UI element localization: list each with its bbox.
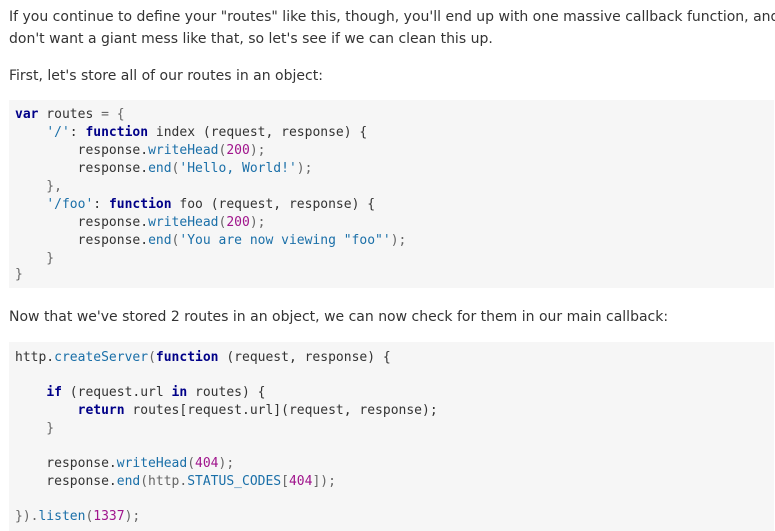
- code-text: routes) {: [187, 385, 266, 400]
- code-keyword: function: [155, 350, 219, 365]
- code-line: response.end('Hello, World!');: [15, 160, 313, 178]
- code-text: (request.url: [61, 385, 172, 400]
- code-text: response.: [15, 161, 149, 176]
- code-line: }: [15, 266, 23, 284]
- code-punct: );: [249, 215, 266, 230]
- code-line: }).listen(1337);: [15, 508, 140, 526]
- code-punct: }).: [15, 509, 39, 524]
- code-string: 'You are now viewing "foo"': [179, 233, 391, 248]
- code-keyword: function: [108, 197, 172, 212]
- code-text: routes: [38, 107, 102, 122]
- code-string: 'Hello, World!': [179, 161, 297, 176]
- code-text: (request, response) {: [218, 350, 391, 365]
- code-line: http.createServer(function (request, res…: [15, 349, 391, 367]
- code-function: end: [148, 161, 172, 176]
- code-number: 200: [226, 143, 250, 158]
- code-punct: (: [148, 350, 156, 365]
- code-text: :: [93, 197, 109, 212]
- code-punct: );: [218, 456, 235, 471]
- code-text: response.: [15, 474, 117, 489]
- code-line: '/': function index (request, response) …: [15, 124, 367, 142]
- code-text: index (request, response) {: [148, 125, 368, 140]
- code-punct: },: [15, 179, 62, 194]
- code-keyword: var: [15, 107, 39, 122]
- code-text: foo (request, response) {: [171, 197, 376, 212]
- code-punct: );: [390, 233, 407, 248]
- code-text: routes[request.url](request, response);: [124, 403, 438, 418]
- code-block-routes: var routes = { '/': function index (requ…: [9, 100, 774, 288]
- code-keyword: return: [77, 403, 125, 418]
- code-punct: }: [15, 251, 55, 266]
- code-number: 404: [288, 474, 313, 489]
- code-text: response.: [15, 215, 149, 230]
- code-number: 200: [226, 215, 250, 230]
- code-number: 1337: [93, 509, 125, 524]
- code-function: end: [116, 474, 141, 489]
- code-function: writeHead: [148, 143, 219, 158]
- code-function: end: [148, 233, 172, 248]
- code-line: }: [15, 420, 54, 438]
- paragraph-intro-line-2: don't want a giant mess like that, so le…: [9, 31, 493, 47]
- code-keyword: in: [171, 385, 188, 400]
- code-line: var routes = {: [15, 106, 125, 124]
- code-function: listen: [38, 509, 86, 524]
- code-text: :: [69, 125, 86, 140]
- code-punct: );: [249, 143, 266, 158]
- code-line: return routes[request.url](request, resp…: [15, 402, 438, 420]
- code-line: if (request.url in routes) {: [15, 384, 265, 402]
- code-text: http.: [15, 350, 55, 365]
- code-punct: ]);: [312, 474, 336, 489]
- code-text: response.: [15, 456, 117, 471]
- paragraph-intro-line-1: If you continue to define your "routes" …: [9, 9, 775, 25]
- code-line: response.writeHead(200);: [15, 214, 266, 232]
- code-block-server: http.createServer(function (request, res…: [9, 342, 774, 531]
- paragraph-store-routes: First, let's store all of our routes in …: [9, 68, 323, 84]
- paragraph-check-routes: Now that we've stored 2 routes in an obj…: [9, 309, 669, 325]
- code-keyword: if: [46, 385, 62, 400]
- code-number: 404: [195, 456, 219, 471]
- code-keyword: function: [85, 125, 149, 140]
- code-punct: [: [281, 474, 289, 489]
- code-punct: }: [15, 421, 55, 436]
- code-text: response.: [15, 233, 149, 248]
- code-function: writeHead: [148, 215, 219, 230]
- code-string: '/': [46, 125, 70, 140]
- code-line: '/foo': function foo (request, response)…: [15, 196, 375, 214]
- code-line: response.writeHead(200);: [15, 142, 266, 160]
- code-punct: (http.: [140, 474, 188, 489]
- code-line: response.end(http.STATUS_CODES[404]);: [15, 473, 336, 491]
- code-text: response.: [15, 143, 149, 158]
- code-function: createServer: [54, 350, 149, 365]
- code-punct: = {: [101, 107, 125, 122]
- code-line: },: [15, 178, 62, 196]
- code-property: STATUS_CODES: [187, 474, 282, 489]
- code-function: writeHead: [116, 456, 188, 471]
- code-punct: );: [296, 161, 313, 176]
- code-line: response.end('You are now viewing "foo"'…: [15, 232, 407, 250]
- code-string: '/foo': [46, 197, 94, 212]
- code-punct: (: [187, 456, 196, 471]
- code-line: response.writeHead(404);: [15, 455, 234, 473]
- code-punct: );: [124, 509, 141, 524]
- code-punct: }: [15, 267, 23, 282]
